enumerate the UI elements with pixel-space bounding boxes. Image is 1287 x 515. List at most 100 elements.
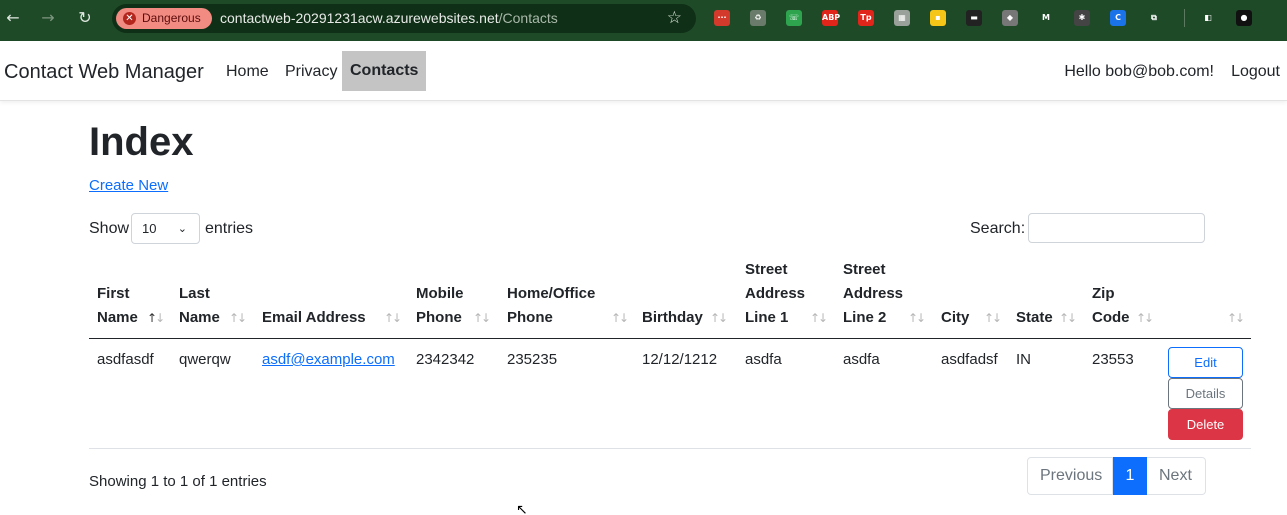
cell-email-link[interactable]: asdf@example.com [262, 351, 395, 368]
reload-icon[interactable]: ↻ [72, 8, 98, 28]
next-button[interactable]: Next [1147, 457, 1206, 495]
ext-m-icon[interactable]: M [1038, 10, 1054, 26]
ext-abp-icon[interactable]: ABP [822, 10, 840, 26]
sort-arrows-icon[interactable]: ↑↓ [229, 311, 247, 325]
header-email[interactable]: Email Address [262, 282, 366, 330]
header-last-name-line: Name [179, 309, 220, 326]
sort-arrows-icon[interactable]: ↑↓ [1227, 311, 1245, 325]
sort-arrows-icon[interactable]: ↑↓ [1059, 311, 1077, 325]
header-birthday-line [642, 282, 703, 306]
header-zip-line: Code [1092, 309, 1130, 326]
arrow-left-icon[interactable]: ← [0, 8, 26, 28]
ext-sidepanel-icon[interactable]: ◧ [1200, 10, 1216, 26]
ext-puzzle-icon[interactable]: ⧉ [1146, 10, 1162, 26]
header-home-office-line: Home/Office [507, 285, 596, 302]
cell-street1: asdfa [745, 351, 782, 368]
header-mobile[interactable]: Mobile Phone [416, 282, 464, 330]
details-button[interactable]: Details [1168, 378, 1243, 409]
user-greeting[interactable]: Hello bob@bob.com! [1064, 63, 1214, 81]
cell-city: asdfadsf [941, 351, 998, 368]
mouse-cursor-icon: ↖ [516, 502, 528, 515]
show-label: Show [89, 220, 130, 237]
cell-zip: 23553 [1092, 351, 1134, 368]
ext-save-icon[interactable]: ▬ [966, 10, 982, 26]
header-zip-line: Zip [1092, 285, 1115, 302]
profile-avatar-icon[interactable]: ● [1236, 10, 1252, 26]
header-state-line [1016, 282, 1053, 306]
page-length-select[interactable]: 10 ⌄ [131, 213, 200, 244]
header-divider [89, 338, 1251, 339]
url-text[interactable]: contactweb-20291231acw.azurewebsites.net… [220, 10, 558, 26]
search-label: Search: [970, 220, 1026, 237]
header-home-office-line: Phone [507, 309, 553, 326]
header-street1-line: Address [745, 285, 806, 302]
table-info: Showing 1 to 1 of 1 entries [89, 473, 267, 490]
security-chip-label: Dangerous [142, 11, 201, 25]
ext-bug-icon[interactable]: ✱ [1074, 10, 1090, 26]
delete-button[interactable]: Delete [1168, 409, 1243, 440]
create-new-link[interactable]: Create New [89, 177, 168, 194]
header-actions[interactable] [1168, 306, 1172, 330]
header-actions-line [1168, 306, 1172, 330]
sort-arrows-icon[interactable]: ↑↓ [1136, 311, 1154, 325]
browser-toolbar: ← → ↻ ✕ Dangerous contactweb-20291231acw… [0, 0, 1287, 41]
brand-link[interactable]: Contact Web Manager [4, 61, 204, 84]
sort-arrows-icon[interactable]: ↑↓ [473, 311, 491, 325]
sort-arrows-icon[interactable]: ↑↓ [908, 311, 926, 325]
cell-first-name: asdfasdf [97, 351, 154, 368]
header-home-office[interactable]: Home/Office Phone [507, 282, 595, 330]
sort-arrows-icon[interactable]: ↑↓ [147, 311, 165, 325]
header-city[interactable]: City [941, 282, 969, 330]
header-street2[interactable]: Street Address Line 2 [843, 258, 903, 330]
page-1-button[interactable]: 1 [1113, 457, 1147, 495]
ext-recycle-icon[interactable]: ♻ [750, 10, 766, 26]
nav-contacts[interactable]: Contacts [342, 51, 427, 91]
header-email-line [262, 282, 366, 306]
row-divider [89, 448, 1251, 449]
header-first-name-line: Name [97, 309, 138, 326]
header-first-name-line: First [97, 285, 130, 302]
ext-c-icon[interactable]: C [1110, 10, 1126, 26]
header-first-name[interactable]: First Name [97, 282, 138, 330]
ext-tp-icon[interactable]: Tp [858, 10, 874, 26]
header-city-line [941, 282, 969, 306]
cell-birthday: 12/12/1212 [642, 351, 718, 368]
sort-arrows-icon[interactable]: ↑↓ [611, 311, 629, 325]
edit-button[interactable]: Edit [1168, 347, 1243, 378]
star-icon[interactable]: ☆ [667, 8, 682, 28]
header-street1[interactable]: Street Address Line 1 [745, 258, 805, 330]
site-navbar: Contact Web Manager Home Privacy Contact… [0, 41, 1287, 101]
ext-calc-icon[interactable]: ▦ [894, 10, 910, 26]
header-last-name-line: Last [179, 285, 210, 302]
url-host: contactweb-20291231acw.azurewebsites.net [220, 10, 499, 26]
ext-note-icon[interactable]: ▪ [930, 10, 946, 26]
arrow-right-icon[interactable]: → [35, 8, 61, 28]
header-street2-line: Line 2 [843, 309, 887, 326]
ext-diamond-icon[interactable]: ◆ [1002, 10, 1018, 26]
logout-button[interactable]: Logout [1231, 63, 1280, 81]
address-bar[interactable]: ✕ Dangerous contactweb-20291231acw.azure… [112, 4, 696, 33]
header-state-line: State [1016, 309, 1053, 326]
nav-home[interactable]: Home [226, 63, 269, 81]
security-warning-chip[interactable]: ✕ Dangerous [116, 8, 212, 29]
sort-arrows-icon[interactable]: ↑↓ [984, 311, 1002, 325]
pagination: Previous 1 Next [1027, 457, 1206, 495]
page-title: Index [89, 120, 194, 164]
cell-mobile: 2342342 [416, 351, 475, 368]
page-length-value: 10 [142, 221, 157, 236]
ext-dots-icon[interactable]: ··· [714, 10, 730, 26]
sort-arrows-icon[interactable]: ↑↓ [710, 311, 728, 325]
sort-arrows-icon[interactable]: ↑↓ [384, 311, 402, 325]
header-zip[interactable]: Zip Code [1092, 282, 1130, 330]
previous-button[interactable]: Previous [1027, 457, 1113, 495]
header-birthday[interactable]: Birthday [642, 282, 703, 330]
sort-arrows-icon[interactable]: ↑↓ [810, 311, 828, 325]
nav-privacy[interactable]: Privacy [285, 63, 337, 81]
header-email-line: Email Address [262, 309, 366, 326]
cell-state: IN [1016, 351, 1031, 368]
ext-phone-icon[interactable]: ☏ [786, 10, 802, 26]
header-state[interactable]: State [1016, 282, 1053, 330]
danger-x-icon: ✕ [123, 12, 136, 25]
header-last-name[interactable]: Last Name [179, 282, 220, 330]
search-input[interactable] [1028, 213, 1205, 243]
